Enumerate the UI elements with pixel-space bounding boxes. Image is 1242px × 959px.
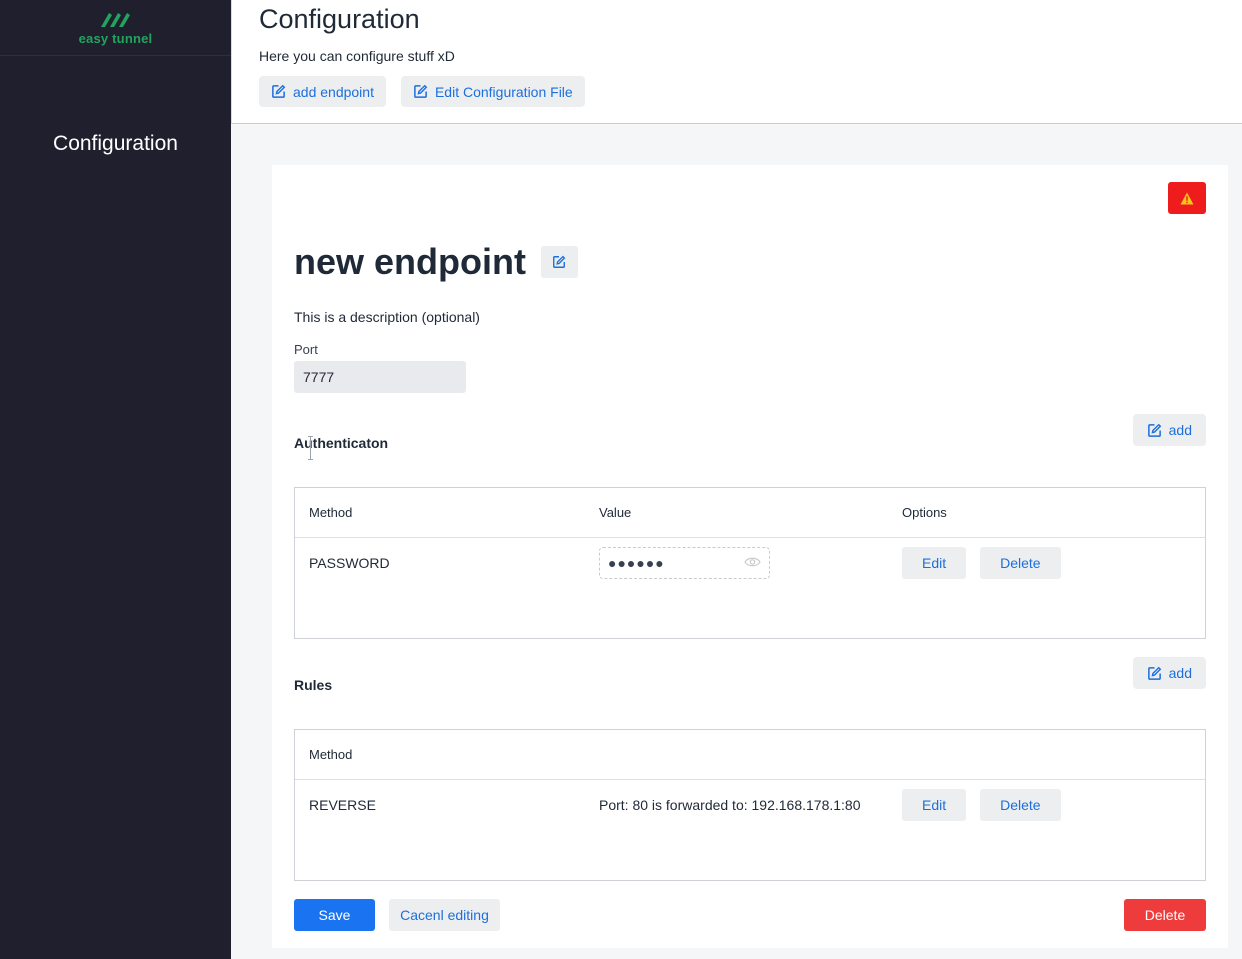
edit-config-file-label: Edit Configuration File [434,83,573,100]
auth-value-cell: ●●●●●● [599,547,902,579]
edit-icon [1147,423,1161,437]
logo-text: easy tunnel [78,31,153,46]
add-rule-label: add [1168,665,1192,681]
endpoint-card: new endpoint This is a description (opti… [272,165,1228,948]
column-header: Value [599,505,632,520]
rule-options-cell: Edit Delete [902,789,1205,821]
endpoint-title-row: new endpoint [294,241,578,283]
rule-detail-cell: Port: 80 is forwarded to: 192.168.178.1:… [599,797,861,813]
column-header: Method [309,505,353,520]
password-value: ●●●●●● [608,555,665,571]
add-endpoint-button[interactable]: add endpoint [259,76,386,107]
delete-rule-button[interactable]: Delete [980,789,1061,821]
column-header: Options [902,505,947,520]
edit-icon [272,84,286,98]
rule-method-cell: REVERSE [309,797,376,813]
endpoint-description: This is a description (optional) [294,309,480,325]
warning-icon [1180,192,1194,204]
edit-icon [414,84,428,98]
logo-icon [100,13,130,27]
edit-auth-button[interactable]: Edit [902,547,967,579]
table-row: PASSWORD ●●●●●● Edit Delete [295,538,1205,588]
table-header: Method Value Options [295,488,1205,538]
column-header: Method [309,747,353,762]
logo[interactable]: easy tunnel [0,0,231,56]
auth-table: Method Value Options PASSWORD ●●●●●● Edi… [294,487,1206,639]
add-endpoint-label: add endpoint [293,83,374,100]
rules-table: Method REVERSE Port: 80 is forwarded to:… [294,729,1206,881]
password-field[interactable]: ●●●●●● [599,547,770,579]
port-label: Port [294,342,318,357]
add-auth-button[interactable]: add [1132,414,1206,446]
delete-auth-button[interactable]: Delete [980,547,1061,579]
header-toolbar: add endpoint Edit Configuration File [259,76,1242,107]
add-auth-label: add [1168,422,1192,438]
edit-icon [1147,666,1161,680]
cancel-editing-button[interactable]: Cacenl editing [389,899,500,931]
auth-options-cell: Edit Delete [902,547,1205,579]
save-button[interactable]: Save [294,899,375,931]
page-subtitle: Here you can configure stuff xD [259,48,455,64]
table-header: Method [295,730,1205,780]
add-rule-button[interactable]: add [1132,657,1206,689]
sidebar-item-configuration[interactable]: Configuration [0,132,231,156]
port-input[interactable] [294,361,466,393]
edit-icon [553,255,566,268]
edit-endpoint-name-button[interactable] [540,246,578,278]
auth-method-cell: PASSWORD [309,555,390,571]
page-title: Configuration [259,4,420,34]
rules-section-title: Rules [294,677,333,693]
table-row: REVERSE Port: 80 is forwarded to: 192.16… [295,780,1205,830]
endpoint-name: new endpoint [294,241,526,282]
edit-config-file-button[interactable]: Edit Configuration File [400,76,585,107]
edit-rule-button[interactable]: Edit [902,789,967,821]
sidebar: easy tunnel Configuration [0,0,231,959]
text-cursor-icon [308,436,313,460]
eye-icon[interactable] [744,555,761,571]
delete-endpoint-button[interactable]: Delete [1124,899,1206,931]
page-header: Configuration Here you can configure stu… [231,0,1242,124]
warning-button[interactable] [1168,182,1206,214]
